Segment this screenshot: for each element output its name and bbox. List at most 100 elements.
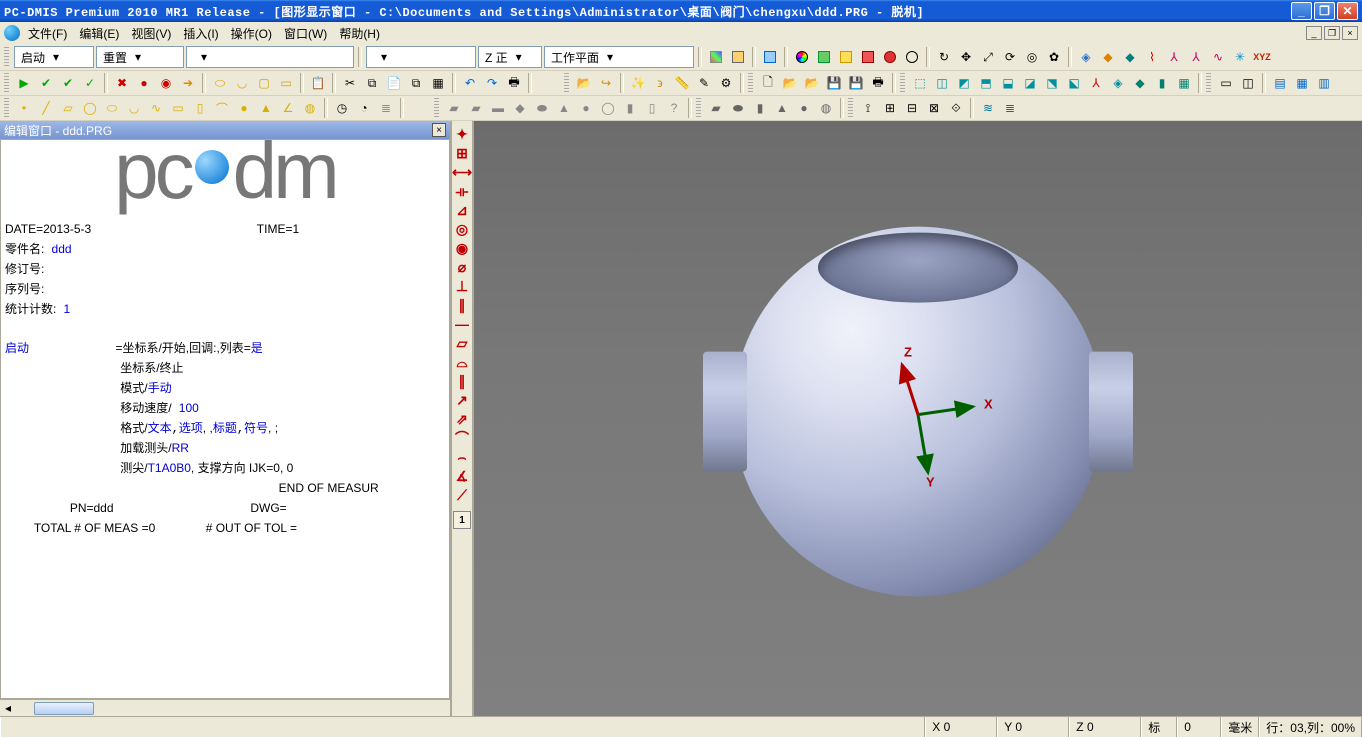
dim-profile-icon[interactable]: ⌒ xyxy=(453,429,471,447)
dim-4-icon[interactable]: ⊠ xyxy=(924,98,944,118)
cube-3-icon[interactable]: ◩ xyxy=(954,73,974,93)
yellow-arc-icon[interactable]: ◡ xyxy=(124,98,144,118)
layer-orange-icon[interactable]: ◆ xyxy=(1098,47,1118,67)
cube-1-icon[interactable]: ⬚ xyxy=(910,73,930,93)
print2-icon[interactable]: 🖶 xyxy=(868,73,888,93)
dim-width-icon[interactable]: ⟷ xyxy=(453,163,471,181)
undo-icon[interactable]: ↶ xyxy=(460,73,480,93)
yellow-slot-icon[interactable]: ▭ xyxy=(168,98,188,118)
open-file-icon[interactable]: 📂 xyxy=(780,73,800,93)
dim-one-button[interactable]: 1 xyxy=(453,511,471,529)
yellow-plane-icon[interactable]: ▱ xyxy=(58,98,78,118)
toolbar-grip-icon[interactable] xyxy=(900,73,905,93)
toolbar-grip-icon[interactable] xyxy=(434,98,439,118)
new-file-icon[interactable]: 🗋 xyxy=(758,73,778,93)
dim-straight-icon[interactable]: ▱ xyxy=(453,334,471,352)
cube-4-icon[interactable]: ⬒ xyxy=(976,73,996,93)
scrollbar-thumb[interactable] xyxy=(34,702,94,715)
cube-blue-icon[interactable]: ◈ xyxy=(1076,47,1096,67)
solid-plane-icon[interactable]: ▰ xyxy=(706,98,726,118)
dim-total-runout-icon[interactable]: ⇗ xyxy=(453,410,471,428)
target-icon[interactable]: ◉ xyxy=(156,73,176,93)
grey-plane2-icon[interactable]: ▰ xyxy=(466,98,486,118)
dim-parallel-icon[interactable]: ∥ xyxy=(453,296,471,314)
cube-8-icon[interactable]: ⬕ xyxy=(1064,73,1084,93)
dim-perp-icon[interactable]: ⊥ xyxy=(453,277,471,295)
shade-cube-icon[interactable]: ▮ xyxy=(1152,73,1172,93)
dim-surf-icon[interactable]: ⌓ xyxy=(453,353,471,371)
move-icon[interactable]: ✥ xyxy=(956,47,976,67)
menu-view[interactable]: 视图(V) xyxy=(127,23,175,44)
green-square-icon[interactable] xyxy=(814,47,834,67)
dim-2-icon[interactable]: ⊞ xyxy=(880,98,900,118)
toolbar-grip-icon[interactable] xyxy=(4,98,9,118)
solid-disk-icon[interactable]: ⬬ xyxy=(728,98,748,118)
window-split-icon[interactable]: ◫ xyxy=(1238,73,1258,93)
trihedron-icon[interactable]: ⅄ xyxy=(1086,73,1106,93)
tol-2-icon[interactable]: ≣ xyxy=(1000,98,1020,118)
editor-horizontal-scrollbar[interactable]: ◂ xyxy=(0,699,450,716)
yellow-square-icon[interactable] xyxy=(836,47,856,67)
axes-color-icon[interactable]: ⌇ xyxy=(1142,47,1162,67)
yellow-cyl-icon[interactable]: ▯ xyxy=(190,98,210,118)
ellipse-icon[interactable]: ⬭ xyxy=(210,73,230,93)
colorwheel-icon[interactable] xyxy=(792,47,812,67)
script-icon[interactable]: ⚙ xyxy=(716,73,736,93)
clipboard-icon[interactable]: 📋 xyxy=(308,73,328,93)
tol-1-icon[interactable]: ≋ xyxy=(978,98,998,118)
chart-icon[interactable]: ◔ xyxy=(354,98,374,118)
grid-cube-icon[interactable]: ▦ xyxy=(1174,73,1194,93)
cut-icon[interactable]: ✂ xyxy=(340,73,360,93)
dim-5-icon[interactable]: ⟐ xyxy=(946,98,966,118)
arc-icon[interactable]: ◡ xyxy=(232,73,252,93)
report-icon[interactable]: ▤ xyxy=(1270,73,1290,93)
save-icon[interactable]: 💾 xyxy=(824,73,844,93)
dim-angle-icon[interactable]: ⊿ xyxy=(453,201,471,219)
close-button[interactable]: ✕ xyxy=(1337,2,1358,20)
grey-help-icon[interactable]: ? xyxy=(664,98,684,118)
toolbar-grip-icon[interactable] xyxy=(4,73,9,93)
dim-point-icon[interactable]: ✦ xyxy=(453,125,471,143)
dim-position-icon[interactable]: ∡ xyxy=(453,467,471,485)
yellow-curve-icon[interactable]: ∿ xyxy=(146,98,166,118)
ruler-icon[interactable]: 📏 xyxy=(672,73,692,93)
dim-flat-icon[interactable]: — xyxy=(453,315,471,333)
grey-box-icon[interactable]: ▬ xyxy=(488,98,508,118)
orbit-icon[interactable]: ⟳ xyxy=(1000,47,1020,67)
compass-icon[interactable]: ◷ xyxy=(332,98,352,118)
layer-teal-icon[interactable]: ◆ xyxy=(1120,47,1140,67)
copy-icon[interactable]: ⧉ xyxy=(362,73,382,93)
program-editor[interactable]: pcdm DATE=2013-5-3 TIME=1 零件名: ddd 修订号: … xyxy=(0,139,450,699)
menu-edit[interactable]: 编辑(E) xyxy=(75,23,123,44)
check-icon[interactable]: ✔ xyxy=(36,73,56,93)
iso-cube-icon[interactable]: ◈ xyxy=(1108,73,1128,93)
dim-1-icon[interactable]: ⟟ xyxy=(858,98,878,118)
form-icon[interactable]: ▥ xyxy=(1314,73,1334,93)
checklist-icon[interactable]: ✓ xyxy=(80,73,100,93)
dim-lineprof-icon[interactable]: ⌢ xyxy=(453,448,471,466)
menu-operate[interactable]: 操作(O) xyxy=(227,23,276,44)
yellow-ellipse-icon[interactable]: ⬭ xyxy=(102,98,122,118)
dim-symmetry-icon[interactable]: ⟋ xyxy=(453,486,471,504)
folder-goto-icon[interactable]: ↪ xyxy=(596,73,616,93)
stack-icon[interactable]: ≣ xyxy=(376,98,396,118)
gear-icon[interactable]: ✿ xyxy=(1044,47,1064,67)
grey-ring-icon[interactable]: ◯ xyxy=(598,98,618,118)
redo-icon[interactable]: ↷ xyxy=(482,73,502,93)
combo-reset[interactable]: 重置▾ xyxy=(96,46,184,68)
program-text[interactable]: DATE=2013-5-3 TIME=1 零件名: ddd 修订号: 序列号: … xyxy=(5,220,445,539)
cube-2-icon[interactable]: ◫ xyxy=(932,73,952,93)
menu-window[interactable]: 窗口(W) xyxy=(280,23,331,44)
yellow-angle-icon[interactable]: ∠ xyxy=(278,98,298,118)
jump-icon[interactable]: ➔ xyxy=(178,73,198,93)
align-axes-icon[interactable]: ✳ xyxy=(1230,47,1250,67)
dim-diameter-icon[interactable]: ⌀ xyxy=(453,258,471,276)
scope-icon[interactable]: ◎ xyxy=(1022,47,1042,67)
play-icon[interactable]: ▶ xyxy=(14,73,34,93)
toolbar-grip-icon[interactable] xyxy=(748,73,753,93)
yellow-torus-icon[interactable]: ◍ xyxy=(300,98,320,118)
window-single-icon[interactable]: ▭ xyxy=(1216,73,1236,93)
rect-tool-icon[interactable]: ▭ xyxy=(276,73,296,93)
brush-icon[interactable]: ✎ xyxy=(694,73,714,93)
solid-cube-icon[interactable]: ◆ xyxy=(1130,73,1150,93)
